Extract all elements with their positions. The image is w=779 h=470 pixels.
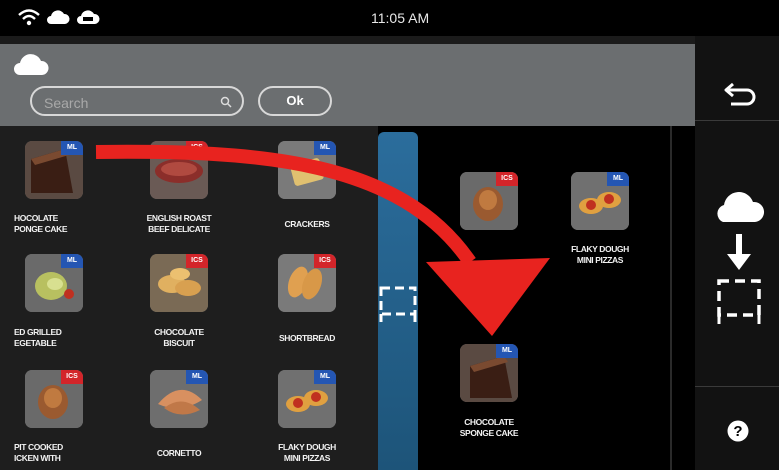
recipe-tile[interactable]: ML bbox=[460, 344, 518, 402]
search-bar: Ok bbox=[0, 44, 695, 126]
recipe-label: CRACKERS bbox=[284, 219, 330, 229]
badge-ics: ICS bbox=[61, 370, 83, 384]
source-recipe-list: ML HOCOLATE PONGE CAKE ICS ENGLISH ROAST… bbox=[0, 126, 378, 470]
recipe-tile[interactable]: ML bbox=[25, 254, 83, 312]
wifi-icon bbox=[18, 8, 40, 31]
recipe-tile[interactable]: ICS bbox=[278, 254, 336, 312]
help-icon[interactable]: ? bbox=[727, 420, 749, 447]
badge-ml: ML bbox=[314, 141, 336, 155]
cloud-sync-icon bbox=[76, 9, 100, 30]
right-sidebar: ? bbox=[695, 36, 779, 470]
badge-ml: ML bbox=[607, 172, 629, 186]
badge-ml: ML bbox=[496, 344, 518, 358]
status-bar: 11:05 AM bbox=[0, 0, 779, 36]
recipe-tile[interactable]: ML bbox=[571, 172, 629, 230]
svg-text:?: ? bbox=[733, 423, 742, 440]
panel-divider bbox=[670, 126, 672, 470]
cloud-icon bbox=[46, 9, 70, 30]
recipe-label: ENGLISH ROAST BEEF DELICATE bbox=[146, 213, 212, 234]
recipe-tile[interactable]: ML bbox=[25, 141, 83, 199]
recipe-label: SHORTBREAD bbox=[279, 333, 335, 343]
recipe-tile[interactable]: ICS bbox=[25, 370, 83, 428]
search-field[interactable] bbox=[30, 86, 244, 116]
badge-ml: ML bbox=[61, 141, 83, 155]
ok-button[interactable]: Ok bbox=[258, 86, 332, 116]
recipe-tile[interactable]: ML bbox=[278, 370, 336, 428]
clock: 11:05 AM bbox=[371, 10, 430, 26]
badge-ics: ICS bbox=[314, 254, 336, 268]
recipe-label: FLAKY DOUGH MINI PIZZAS bbox=[571, 244, 629, 265]
badge-ics: ICS bbox=[186, 141, 208, 155]
recipe-tile[interactable]: ICS bbox=[150, 141, 208, 199]
search-input[interactable] bbox=[42, 92, 226, 114]
cloud-icon bbox=[12, 52, 50, 81]
badge-ml: ML bbox=[61, 254, 83, 268]
sidebar-divider bbox=[695, 386, 779, 387]
badge-ml: ML bbox=[186, 370, 208, 384]
device-icon bbox=[378, 284, 418, 333]
search-icon[interactable] bbox=[220, 95, 232, 113]
sidebar-divider bbox=[695, 120, 779, 121]
recipe-tile[interactable]: ML bbox=[278, 141, 336, 199]
recipe-label: ED GRILLED EGETABLE bbox=[14, 327, 62, 348]
destination-device-panel: ICS H ML FLAKY DOUGH MINI PIZZAS ML CHOC… bbox=[378, 126, 695, 470]
destination-strip[interactable] bbox=[378, 132, 418, 470]
badge-ics: ICS bbox=[186, 254, 208, 268]
recipe-label: FLAKY DOUGH MINI PIZZAS bbox=[278, 442, 336, 463]
recipe-label: CHOCOLATE SPONGE CAKE bbox=[459, 417, 519, 438]
recipe-tile[interactable]: ML bbox=[150, 370, 208, 428]
recipe-tile[interactable]: ICS bbox=[460, 172, 518, 230]
recipe-tile[interactable]: ICS bbox=[150, 254, 208, 312]
recipe-label: HOCOLATE PONGE CAKE bbox=[14, 213, 68, 234]
recipe-label: CORNETTO bbox=[156, 448, 202, 458]
badge-ics: ICS bbox=[496, 172, 518, 186]
cloud-download-to-device-icon[interactable] bbox=[713, 186, 765, 341]
recipe-label: CHOCOLATE BISCUIT bbox=[154, 327, 204, 348]
recipe-label: PIT COOKED ICKEN WITH bbox=[14, 442, 63, 463]
badge-ml: ML bbox=[314, 370, 336, 384]
recipe-label: H bbox=[515, 259, 521, 269]
back-icon[interactable] bbox=[723, 80, 757, 113]
